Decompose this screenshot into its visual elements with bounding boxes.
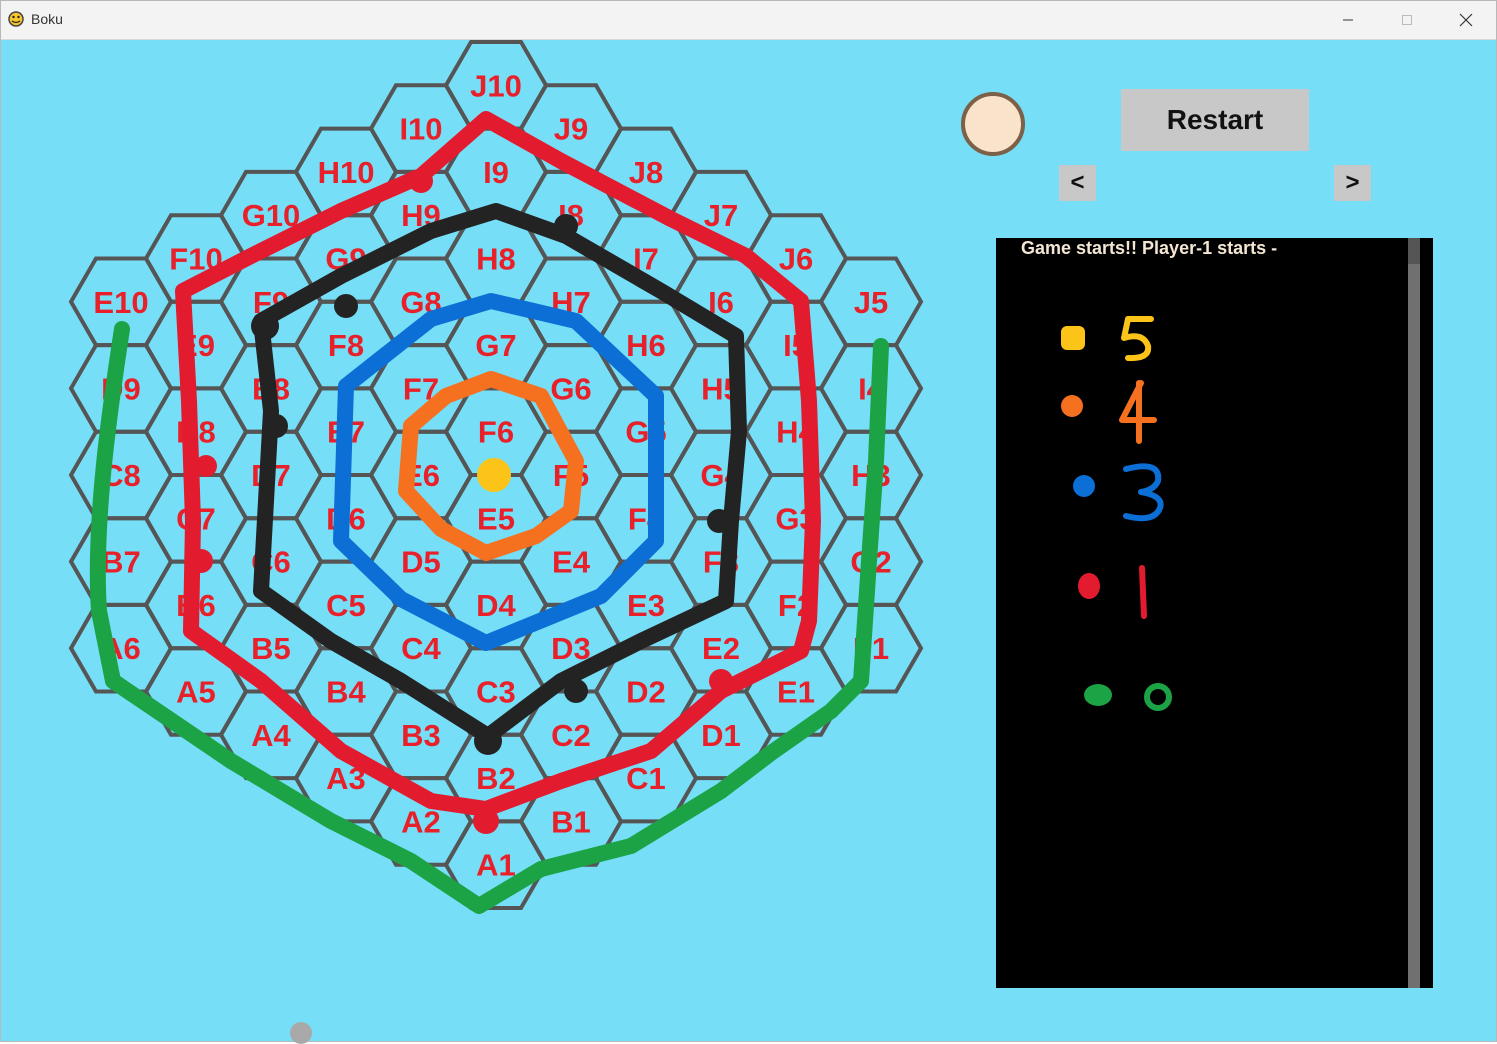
cell-label: C5 — [326, 588, 366, 623]
cell-label: B2 — [476, 761, 516, 796]
red-ring-blob — [195, 455, 217, 477]
log-scrollbar[interactable] — [1408, 238, 1420, 988]
current-turn-piece — [961, 92, 1025, 156]
red-ring-blob — [189, 549, 213, 573]
cell-label: A4 — [251, 718, 291, 753]
black-ring-blob — [474, 727, 502, 755]
minimize-icon — [1343, 19, 1353, 21]
log-scroll-thumb[interactable] — [1408, 238, 1420, 264]
cell-label: I10 — [399, 112, 442, 147]
black-ring-blob — [554, 214, 578, 238]
close-button[interactable] — [1437, 1, 1495, 39]
cell-label: A2 — [401, 804, 441, 839]
game-log-panel[interactable]: Game starts!! Player-1 starts - — [996, 238, 1433, 988]
cell-label: E10 — [93, 285, 148, 320]
cell-label: B7 — [101, 545, 141, 580]
cell-label: C4 — [401, 631, 441, 666]
legend-number-5 — [1121, 316, 1154, 362]
cell-label: E1 — [777, 675, 815, 710]
cell-label: D5 — [401, 545, 441, 580]
cell-label: G7 — [475, 328, 516, 363]
black-ring-blob — [334, 294, 358, 318]
black-ring-blob — [707, 509, 731, 533]
cell-label: J6 — [779, 242, 813, 277]
restart-button[interactable]: Restart — [1121, 89, 1309, 151]
cell-label: H6 — [626, 328, 666, 363]
black-ring-blob — [264, 414, 288, 438]
close-icon — [1459, 13, 1473, 27]
cell-label: I9 — [483, 155, 509, 190]
cell-label: H8 — [476, 242, 516, 277]
cell-label: E5 — [477, 501, 515, 536]
black-ring-blob — [251, 312, 279, 340]
cell-label: C1 — [626, 761, 666, 796]
red-ring-blob — [709, 669, 733, 693]
cell-label: C2 — [551, 718, 591, 753]
cell-label: A5 — [176, 675, 216, 710]
cell-label: G6 — [550, 371, 591, 406]
cell-label: E3 — [627, 588, 665, 623]
cell-label: B4 — [326, 675, 366, 710]
cell-label: B3 — [401, 718, 441, 753]
title-bar[interactable]: Boku — [1, 1, 1496, 40]
previous-move-button[interactable]: < — [1059, 165, 1096, 201]
cell-label: D4 — [476, 588, 516, 623]
window-title: Boku — [31, 11, 63, 27]
cell-label: J5 — [854, 285, 888, 320]
cell-label: J9 — [554, 112, 588, 147]
legend-dot-green — [1084, 684, 1112, 706]
hex-board[interactable]: E10D9C8B7A6F10E9D8C7B6A5G10F9E8D7C6B5A4H… — [1, 40, 941, 960]
cell-label: E2 — [702, 631, 740, 666]
legend-number-0 — [1144, 683, 1172, 711]
ring-legend — [1061, 316, 1172, 711]
legend-number-1 — [1139, 565, 1147, 619]
legend-number-3 — [1123, 463, 1164, 522]
cell-label: F8 — [328, 328, 364, 363]
cell-label: J8 — [629, 155, 663, 190]
legend-dot-red — [1078, 573, 1100, 599]
yellow-center-blob — [477, 458, 511, 492]
cell-label: C3 — [476, 675, 516, 710]
next-move-button[interactable]: > — [1334, 165, 1371, 201]
legend-number-4 — [1119, 380, 1157, 444]
maximize-icon — [1402, 15, 1412, 25]
cell-label: E4 — [552, 545, 591, 580]
cell-label: B5 — [251, 631, 291, 666]
cell-label: J10 — [470, 68, 522, 103]
black-ring-blob — [564, 679, 588, 703]
cell-label: H10 — [318, 155, 375, 190]
red-ring-blob — [473, 808, 499, 834]
cell-label: J7 — [704, 198, 738, 233]
cell-label: A1 — [476, 848, 516, 883]
bottom-drag-handle[interactable] — [290, 1022, 312, 1044]
cell-label: D2 — [626, 675, 666, 710]
cell-label: F6 — [478, 415, 514, 450]
cell-label: D1 — [701, 718, 741, 753]
cell-label: B1 — [551, 804, 591, 839]
red-ring-blob — [409, 169, 433, 193]
game-window: Boku E10 D9 C8 B7 A6 F10 E9 D8 C7 B6 A5 G10 F9 E8 D7 C6… — [0, 0, 1497, 1044]
legend-dot-blue — [1073, 475, 1095, 497]
minimize-button[interactable] — [1319, 1, 1377, 39]
legend-dot-yellow — [1061, 326, 1085, 350]
python-snake-icon — [8, 11, 24, 27]
legend-dot-orange — [1061, 395, 1083, 417]
maximize-button[interactable] — [1378, 1, 1436, 39]
